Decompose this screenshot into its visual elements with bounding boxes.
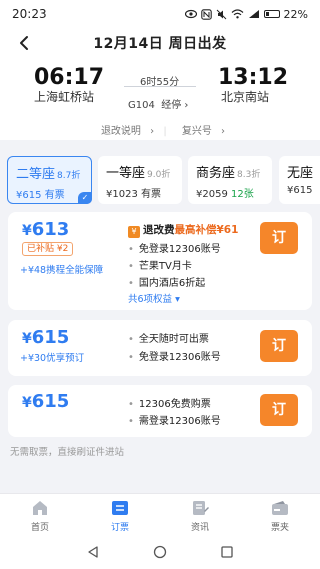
fare-card: ¥615 • 12306免费购票 • 需登录12306账号 订	[8, 385, 312, 437]
seat-tab-no-seat[interactable]: 无座 ¥615	[279, 156, 320, 204]
refund-compensation: ¥ 退改费最高补偿¥61	[128, 222, 238, 238]
ticket-icon	[112, 501, 128, 515]
seat-name: 无座	[287, 166, 314, 181]
more-benefits-link[interactable]: 共6项权益 ▾	[128, 291, 180, 305]
fare-price: ¥615	[22, 327, 70, 348]
seat-name: 二等座	[16, 167, 56, 182]
system-nav	[0, 537, 320, 569]
benefit-item: • 12306免费购票	[128, 399, 211, 410]
train-info: 06:17 上海虹桥站 6时55分 G104 经停 › 13:12 北京南站 退…	[0, 58, 320, 140]
seat-name: 商务座	[196, 166, 236, 181]
mute-icon	[216, 9, 226, 19]
nav-item-home[interactable]: 首页	[10, 498, 70, 533]
status-time: 20:23	[12, 7, 47, 21]
wallet-icon	[272, 501, 288, 515]
duration-line	[124, 86, 196, 87]
seat-availability: 有票	[141, 189, 161, 200]
seat-availability: 有票	[44, 190, 65, 201]
arrival-time: 13:12	[218, 65, 289, 90]
home-circle-icon[interactable]	[153, 545, 167, 559]
insurance-link[interactable]: +¥48携程全能保障	[20, 262, 103, 276]
nav-label: 资讯	[190, 523, 209, 533]
subsidy-tag: 已补贴 ¥2	[22, 242, 74, 256]
book-button[interactable]: 订	[260, 330, 298, 362]
seat-price: ¥615	[287, 185, 313, 196]
seat-availability: 12张	[231, 189, 254, 200]
fare-price: ¥615	[22, 391, 70, 412]
fare-price: ¥613	[22, 219, 70, 240]
nav-label: 订票	[110, 523, 129, 533]
benefit-item: • 芒果TV月卡	[128, 261, 192, 272]
seat-discount: 8.7折	[57, 171, 81, 181]
benefit-item: • 国内酒店6折起	[128, 278, 206, 289]
train-number: G104	[128, 100, 155, 111]
nav-label: 票夹	[270, 523, 289, 533]
nav-label: 首页	[30, 523, 49, 533]
seat-discount: 9.0折	[147, 170, 171, 180]
back-button[interactable]	[14, 32, 36, 54]
check-icon: ✓	[78, 192, 92, 204]
battery-icon	[263, 10, 280, 18]
page-title: 12月14日 周日出发	[93, 36, 227, 52]
seat-price: ¥2059	[196, 189, 228, 200]
book-button[interactable]: 订	[260, 222, 298, 254]
seat-tab-second-class[interactable]: 二等座 8.7折 ¥615 有票 ✓	[7, 156, 92, 204]
train-number-row: G104 经停 ›	[128, 96, 188, 111]
book-button[interactable]: 订	[260, 394, 298, 426]
nav-item-news[interactable]: 资讯	[170, 498, 230, 533]
fare-card: ¥615 +¥30优享预订 • 全天随时可出票 • 免登录12306账号 订	[8, 320, 312, 376]
nav-item-tickets[interactable]: 订票	[90, 498, 150, 533]
benefit-item: • 免登录12306账号	[128, 244, 221, 255]
fare-card: ¥613 已补贴 ¥2 +¥48携程全能保障 ¥ 退改费最高补偿¥61 • 免登录1…	[8, 212, 312, 310]
nav-item-wallet[interactable]: 票夹	[250, 498, 310, 533]
recents-square-icon[interactable]	[220, 545, 234, 559]
nfc-icon	[200, 8, 212, 20]
seat-discount: 8.3折	[237, 170, 261, 180]
status-icons: 22%	[184, 7, 308, 21]
wifi-icon	[231, 9, 243, 19]
news-icon	[193, 501, 209, 515]
chevron-left-icon	[20, 36, 28, 50]
header: 12月14日 周日出发	[0, 28, 320, 58]
back-triangle-icon[interactable]	[86, 545, 100, 559]
seat-name: 一等座	[106, 166, 146, 181]
fuxing-link[interactable]: 复兴号 ›	[170, 126, 231, 137]
refund-policy-link[interactable]: 退改说明 ›	[89, 126, 160, 137]
benefit-item: • 全天随时可出票	[128, 334, 209, 345]
benefit-item: • 免登录12306账号	[128, 352, 221, 363]
departure-station: 上海虹桥站	[34, 90, 95, 104]
seat-tabs: 二等座 8.7折 ¥615 有票 ✓ 一等座 9.0折 ¥1023 有票 商务座 8.…	[0, 148, 320, 208]
refund-badge-icon: ¥	[128, 226, 140, 238]
benefit-item: • 需登录12306账号	[128, 416, 221, 427]
seat-price: ¥1023	[106, 189, 138, 200]
status-bar: 20:23 22%	[0, 0, 320, 28]
seat-tab-first-class[interactable]: 一等座 9.0折 ¥1023 有票	[98, 156, 182, 204]
arrival-station: 北京南站	[221, 90, 270, 104]
signal-icon	[248, 10, 259, 18]
home-icon	[33, 501, 47, 515]
eye-icon	[184, 9, 197, 19]
priority-booking-link[interactable]: +¥30优享预订	[20, 350, 84, 364]
seat-tab-business-class[interactable]: 商务座 8.3折 ¥2059 12张	[188, 156, 272, 204]
bottom-nav: 首页 订票 资讯 票夹	[0, 493, 320, 537]
train-links: 退改说明 › | 复兴号 ›	[0, 122, 320, 137]
stops-link[interactable]: 经停 ›	[161, 100, 188, 111]
departure-time: 06:17	[34, 65, 105, 90]
footnote: 无需取票，直接刷证件进站	[10, 447, 125, 458]
battery-percent: 22%	[283, 7, 308, 21]
seat-price: ¥615	[16, 190, 42, 201]
